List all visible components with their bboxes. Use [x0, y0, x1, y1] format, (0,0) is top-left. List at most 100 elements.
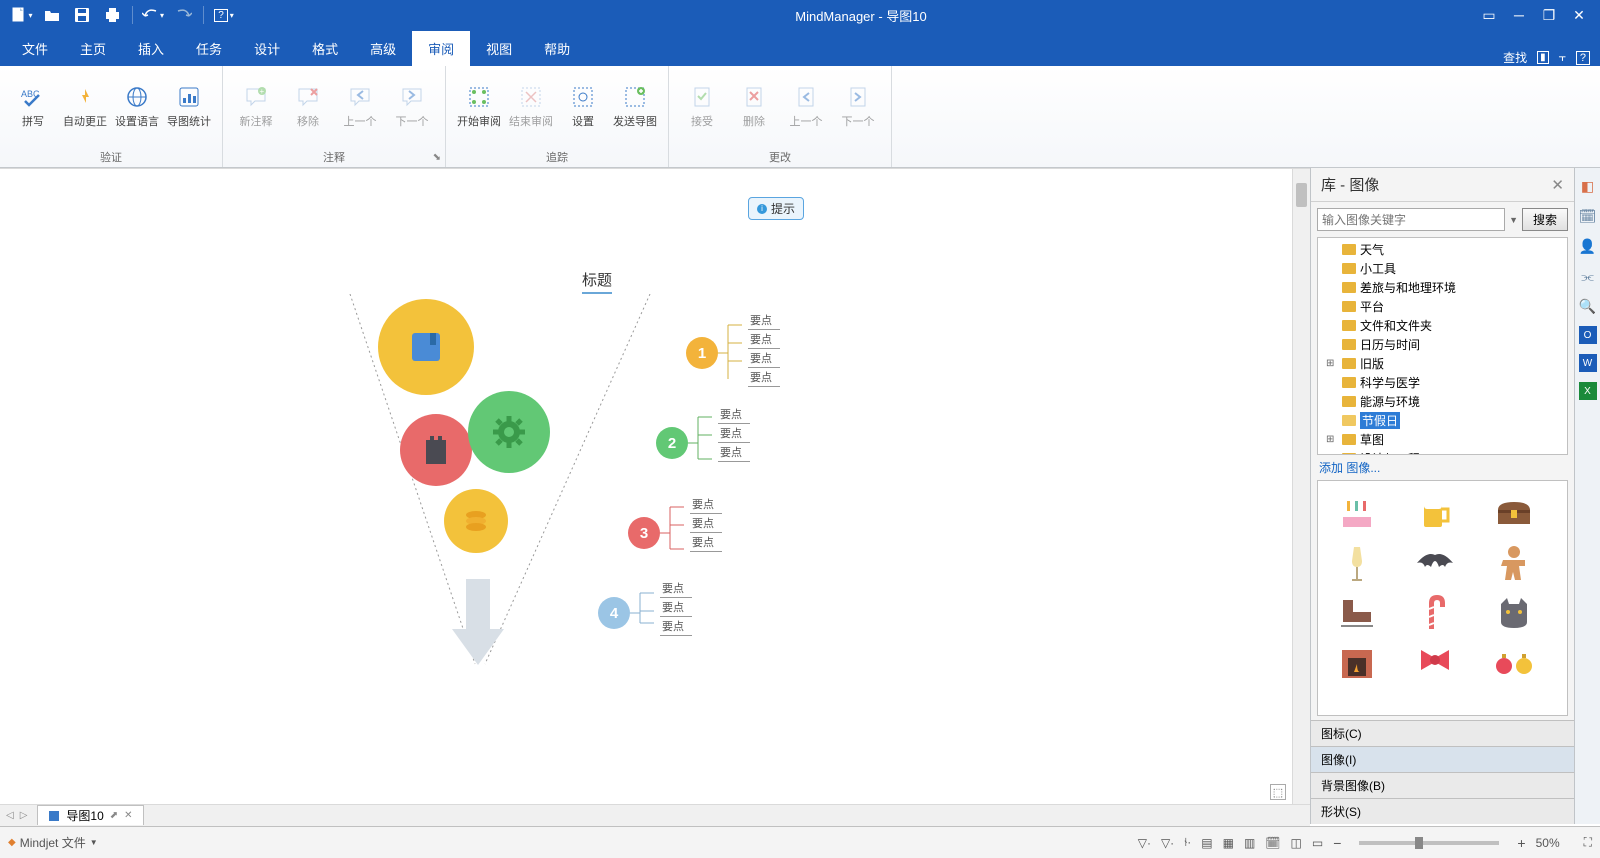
panel-close-icon[interactable]: ✕	[1551, 176, 1564, 194]
fit-view-button[interactable]: ⬚	[1270, 784, 1286, 800]
tree-toggle-icon[interactable]: ⊞	[1326, 358, 1338, 369]
tree-item[interactable]: ⊞草图	[1318, 430, 1567, 449]
send-map-button[interactable]: 发送导图	[610, 81, 660, 133]
image-bow[interactable]	[1406, 641, 1464, 685]
status-view3-icon[interactable]: ▥	[1244, 836, 1255, 850]
rail-outlook-icon[interactable]: O	[1579, 326, 1597, 344]
tab-advanced[interactable]: 高级	[354, 31, 412, 66]
tab-review[interactable]: 审阅	[412, 31, 470, 66]
next-change-button[interactable]: 下一个	[833, 81, 883, 133]
hint-box[interactable]: i 提示	[748, 197, 804, 220]
tree-item[interactable]: 天气	[1318, 240, 1567, 259]
tab-nav-right[interactable]: ▷	[20, 810, 28, 821]
image-ornaments[interactable]	[1485, 641, 1543, 685]
status-dropdown-icon[interactable]: ▼	[90, 838, 98, 847]
zoom-fit-button[interactable]: ⛶	[1584, 835, 1592, 850]
status-view1-icon[interactable]: ▤	[1201, 836, 1212, 850]
tab-design[interactable]: 设计	[238, 31, 296, 66]
tab-file[interactable]: 文件	[6, 31, 64, 66]
zoom-slider[interactable]	[1359, 841, 1499, 845]
status-branch-icon[interactable]: ⫮·	[1184, 835, 1191, 850]
panel-tab[interactable]: 背景图像(B)	[1311, 772, 1574, 798]
open-button[interactable]	[38, 3, 66, 27]
panel-tab[interactable]: 形状(S)	[1311, 798, 1574, 824]
node-2[interactable]: 2	[656, 427, 688, 459]
tab-close-icon[interactable]: ✕	[124, 810, 132, 821]
search-dropdown-icon[interactable]: ▼	[1509, 215, 1518, 225]
add-image-link[interactable]: 添加 图像...	[1311, 455, 1574, 480]
circle-castle[interactable]	[400, 414, 472, 486]
rail-contact-icon[interactable]: 👤	[1578, 236, 1598, 256]
rail-calendar-icon[interactable]: 🗓	[1578, 206, 1598, 226]
tree-item[interactable]: ⊞旧版	[1318, 354, 1567, 373]
node-3[interactable]: 3	[628, 517, 660, 549]
minimize-button[interactable]: ─	[1506, 3, 1532, 27]
tree-item[interactable]: 平台	[1318, 297, 1567, 316]
end-review-button[interactable]: 结束审阅	[506, 81, 556, 133]
zoom-value[interactable]: 50%	[1536, 836, 1574, 850]
image-search-input[interactable]	[1317, 208, 1505, 231]
tab-view[interactable]: 视图	[470, 31, 528, 66]
status-filter2-icon[interactable]: ▽·	[1161, 836, 1174, 850]
image-cat[interactable]	[1485, 591, 1543, 635]
next-comment-button[interactable]: 下一个	[387, 81, 437, 133]
image-champagne[interactable]	[1328, 541, 1386, 585]
rail-word-icon[interactable]: W	[1579, 354, 1597, 372]
status-view2-icon[interactable]: ▦	[1223, 836, 1234, 850]
rail-search-icon[interactable]: 🔍	[1578, 296, 1598, 316]
status-view4-icon[interactable]: ◫	[1291, 836, 1302, 850]
vertical-scrollbar[interactable]	[1292, 169, 1310, 806]
prev-change-button[interactable]: 上一个	[781, 81, 831, 133]
tab-help[interactable]: 帮助	[528, 31, 586, 66]
zoom-in-button[interactable]: +	[1517, 835, 1525, 851]
new-button[interactable]: ▾	[8, 3, 36, 27]
status-filter-icon[interactable]: ▽·	[1138, 836, 1151, 850]
redo-button[interactable]	[169, 3, 197, 27]
tree-item[interactable]: 日历与时间	[1318, 335, 1567, 354]
points-3[interactable]: 要点要点要点	[690, 495, 722, 552]
panel-toggle-icon[interactable]: ▮	[1537, 51, 1549, 64]
spell-check-button[interactable]: ABC 拼写	[8, 81, 58, 133]
rail-link-icon[interactable]: ⫘	[1578, 266, 1598, 286]
canvas[interactable]: i 提示 标题 1 2 3 4 要点要点要点要点 要点要点要点	[0, 169, 1292, 806]
status-view5-icon[interactable]: ▭	[1312, 836, 1323, 850]
tree-toggle-icon[interactable]: ⊞	[1326, 434, 1338, 445]
tab-popout-icon[interactable]: ⬈	[110, 810, 118, 821]
find-label[interactable]: 查找	[1503, 49, 1527, 66]
image-bat[interactable]	[1406, 541, 1464, 585]
tree-item[interactable]: 差旅与和地理环境	[1318, 278, 1567, 297]
image-fireplace[interactable]	[1328, 641, 1386, 685]
remove-comment-button[interactable]: 移除	[283, 81, 333, 133]
comments-launcher[interactable]: ⬊	[433, 152, 441, 163]
maximize-button[interactable]: ❐	[1536, 3, 1562, 27]
set-language-button[interactable]: 设置语言	[112, 81, 162, 133]
accept-button[interactable]: 接受	[677, 81, 727, 133]
help-icon[interactable]: ?	[1576, 51, 1590, 65]
new-comment-button[interactable]: + 新注释	[231, 81, 281, 133]
tab-insert[interactable]: 插入	[122, 31, 180, 66]
image-ice-skate[interactable]	[1328, 591, 1386, 635]
map-stats-button[interactable]: 导图统计	[164, 81, 214, 133]
document-tab[interactable]: 导图10 ⬈ ✕	[37, 805, 143, 825]
rail-excel-icon[interactable]: X	[1579, 382, 1597, 400]
close-button[interactable]: ✕	[1566, 3, 1592, 27]
circle-gear[interactable]	[468, 391, 550, 473]
tree-item[interactable]: 科学与医学	[1318, 373, 1567, 392]
tab-format[interactable]: 格式	[296, 31, 354, 66]
search-button[interactable]: 搜索	[1522, 208, 1568, 231]
status-calendar-icon[interactable]: 🗓	[1265, 836, 1280, 850]
points-1[interactable]: 要点要点要点要点	[748, 311, 780, 387]
image-gingerbread[interactable]	[1485, 541, 1543, 585]
tree-item[interactable]: 能源与环境	[1318, 392, 1567, 411]
start-review-button[interactable]: 开始审阅	[454, 81, 504, 133]
tab-task[interactable]: 任务	[180, 31, 238, 66]
save-button[interactable]	[68, 3, 96, 27]
map-title[interactable]: 标题	[582, 269, 612, 294]
prev-comment-button[interactable]: 上一个	[335, 81, 385, 133]
circle-coins[interactable]	[444, 489, 508, 553]
circle-book[interactable]	[378, 299, 474, 395]
image-treasure-chest[interactable]	[1485, 491, 1543, 535]
image-candy-cane[interactable]	[1406, 591, 1464, 635]
tree-item[interactable]: 文件和文件夹	[1318, 316, 1567, 335]
image-beer-mug[interactable]	[1406, 491, 1464, 535]
